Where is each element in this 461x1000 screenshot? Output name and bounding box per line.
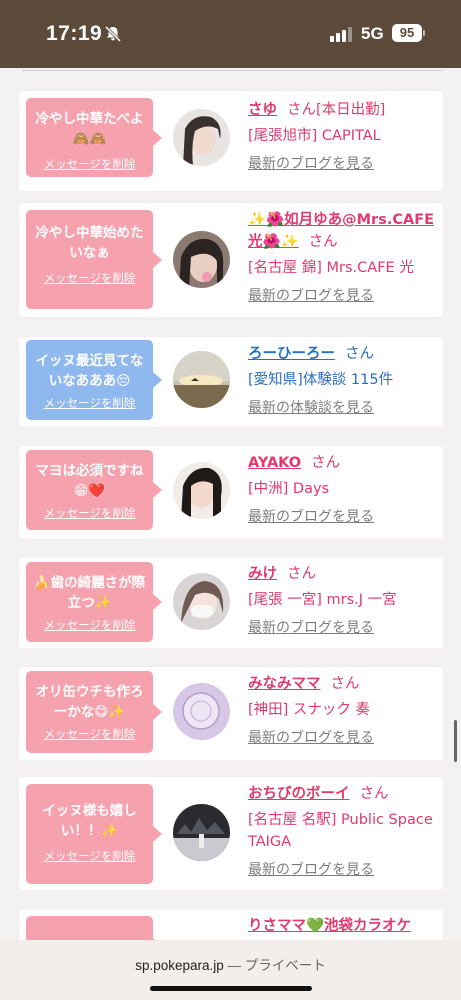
message-card: イッヌ最近見てないなあああ😔 メッセージを削除 ろーひーろー さん [愛知県]体験… (19, 337, 443, 427)
delete-message-link[interactable]: メッセージを削除 (44, 505, 136, 521)
cast-name-link[interactable]: りさママ💚池袋カラオケ (248, 918, 411, 934)
home-indicator[interactable] (150, 986, 312, 991)
delete-message-link[interactable]: メッセージを削除 (44, 617, 136, 633)
honorific: さん (287, 566, 316, 582)
cellular-signal-icon (330, 26, 352, 42)
latest-blog-link[interactable]: 最新のブログを見る (248, 507, 438, 527)
message-text: イッヌ最近見てないなあああ😔 (35, 353, 144, 389)
delete-message-link[interactable]: メッセージを削除 (44, 848, 136, 864)
cast-name-link[interactable]: みなみママ (248, 676, 321, 692)
card-info: さゆ さん[本日出勤] [尾張旭市] CAPITAL 最新のブログを見る (248, 99, 438, 174)
card-info: ろーひーろー さん [愛知県]体験談 115件 最新の体験談を見る (248, 343, 438, 418)
message-bubble (26, 916, 162, 940)
avatar[interactable] (173, 683, 230, 740)
shop-name: [尾張 一宮] mrs.J 一宮 (248, 592, 397, 608)
cast-name-link[interactable]: ✨🌺如月ゆあ@Mrs.CAFE光🌺✨ (248, 212, 434, 250)
message-card: オリ缶ウチも作ろーかな😋✨ メッセージを削除 みなみママ さん [神田] スナック… (19, 667, 443, 760)
message-text: 🍌歯の綺麗さが際立つ✨ (33, 575, 146, 611)
shop-name: [名古屋 錦] Mrs.CAFE 光 (248, 260, 414, 276)
battery-tip (423, 30, 425, 36)
scrollbar[interactable] (454, 720, 457, 762)
avatar[interactable] (173, 573, 230, 630)
avatar[interactable] (173, 231, 230, 288)
card-info: みなみママ さん [神田] スナック 奏 最新のブログを見る (248, 673, 438, 748)
delete-message-link[interactable]: メッセージを削除 (44, 270, 136, 286)
message-card: 🍌歯の綺麗さが際立つ✨ メッセージを削除 みけ さん [尾張 一宮] mrs.J … (19, 557, 443, 648)
message-bubble: 冷やし中華たべよ🙈🙈 メッセージを削除 (26, 98, 162, 177)
message-text: イッヌ様も嬉しい！！✨ (42, 803, 137, 839)
message-card: マヨは必須ですね😁❤️ メッセージを削除 AYAKO さん [中洲] Days 最… (19, 446, 443, 539)
status-bar: 17:19 5G 95 (0, 0, 461, 68)
message-card: りさママ💚池袋カラオケ (19, 909, 443, 940)
attendance-tag: [本日出勤] (316, 102, 386, 118)
honorific: さん (330, 676, 360, 692)
avatar[interactable] (173, 804, 230, 861)
bell-slash-icon (104, 25, 122, 47)
network-type: 5G (361, 24, 384, 43)
cast-name-link[interactable]: さゆ (248, 102, 277, 118)
cast-name-link[interactable]: みけ (248, 566, 277, 582)
card-info: りさママ💚池袋カラオケ (248, 915, 438, 937)
cast-name-link[interactable]: AYAKO (248, 455, 301, 471)
honorific: さん (287, 102, 316, 118)
message-card: イッヌ様も嬉しい！！✨ メッセージを削除 おちびのボーイ さん [名古屋 名駅] … (19, 777, 443, 890)
latest-blog-link[interactable]: 最新のブログを見る (248, 860, 438, 880)
latest-blog-link[interactable]: 最新のブログを見る (248, 728, 438, 748)
message-text: 冷やし中華始めたいなぁ (35, 225, 144, 261)
message-bubble: 冷やし中華始めたいなぁ メッセージを削除 (26, 210, 162, 309)
review-count: [愛知県]体験談 115件 (248, 372, 394, 388)
reviewer-name-link[interactable]: ろーひーろー (248, 346, 335, 362)
message-text: オリ缶ウチも作ろーかな😋✨ (35, 684, 144, 720)
honorific: さん (345, 346, 374, 362)
browser-bottom-bar: sp.pokepara.jp — プライベート (0, 940, 461, 1000)
shop-name: [名古屋 名駅] Public Space TAIGA (248, 812, 433, 850)
card-info: おちびのボーイ さん [名古屋 名駅] Public Space TAIGA 最新… (248, 783, 438, 880)
separator: — (223, 958, 245, 973)
latest-blog-link[interactable]: 最新のブログを見る (248, 286, 438, 306)
message-bubble: 🍌歯の綺麗さが際立つ✨ メッセージを削除 (26, 562, 162, 642)
honorific: さん (359, 786, 389, 802)
honorific: さん (311, 455, 341, 471)
clock: 17:19 (46, 22, 103, 45)
message-card: 冷やし中華たべよ🙈🙈 メッセージを削除 さゆ さん[本日出勤] [尾張旭市] CA… (19, 91, 443, 191)
cast-name-link[interactable]: おちびのボーイ (248, 786, 350, 802)
honorific: さん (308, 234, 338, 250)
delete-message-link[interactable]: メッセージを削除 (44, 726, 136, 742)
shop-name: [神田] スナック 奏 (248, 702, 371, 718)
shop-name: [尾張旭市] CAPITAL (248, 128, 381, 144)
delete-message-link[interactable]: メッセージを削除 (44, 156, 136, 172)
card-info: みけ さん [尾張 一宮] mrs.J 一宮 最新のブログを見る (248, 563, 438, 638)
latest-blog-link[interactable]: 最新のブログを見る (248, 618, 438, 638)
avatar[interactable] (173, 462, 230, 519)
latest-review-link[interactable]: 最新の体験談を見る (248, 398, 438, 418)
card-info: ✨🌺如月ゆあ@Mrs.CAFE光🌺✨ さん [名古屋 錦] Mrs.CAFE 光 … (248, 209, 438, 306)
delete-message-link[interactable]: メッセージを削除 (44, 395, 136, 411)
message-text: マヨは必須ですね😁❤️ (35, 463, 144, 499)
url-text: sp.pokepara.jp (135, 958, 224, 973)
latest-blog-link[interactable]: 最新のブログを見る (248, 154, 438, 174)
battery-icon: 95 (392, 24, 422, 42)
divider (22, 68, 443, 71)
message-bubble: オリ缶ウチも作ろーかな😋✨ メッセージを削除 (26, 671, 162, 753)
address-bar[interactable]: sp.pokepara.jp — プライベート (0, 954, 461, 974)
message-bubble: イッヌ様も嬉しい！！✨ メッセージを削除 (26, 784, 162, 884)
shop-name: [中洲] Days (248, 481, 330, 497)
message-card: 冷やし中華始めたいなぁ メッセージを削除 ✨🌺如月ゆあ@Mrs.CAFE光🌺✨ さ… (19, 203, 443, 317)
card-info: AYAKO さん [中洲] Days 最新のブログを見る (248, 452, 438, 527)
message-text: 冷やし中華たべよ🙈🙈 (35, 111, 144, 147)
message-list[interactable]: 冷やし中華たべよ🙈🙈 メッセージを削除 さゆ さん[本日出勤] [尾張旭市] CA… (0, 68, 461, 940)
private-mode-label: プライベート (244, 958, 326, 973)
message-bubble: イッヌ最近見てないなあああ😔 メッセージを削除 (26, 340, 162, 420)
avatar[interactable] (173, 351, 230, 408)
avatar[interactable] (173, 109, 230, 166)
message-bubble: マヨは必須ですね😁❤️ メッセージを削除 (26, 450, 162, 530)
